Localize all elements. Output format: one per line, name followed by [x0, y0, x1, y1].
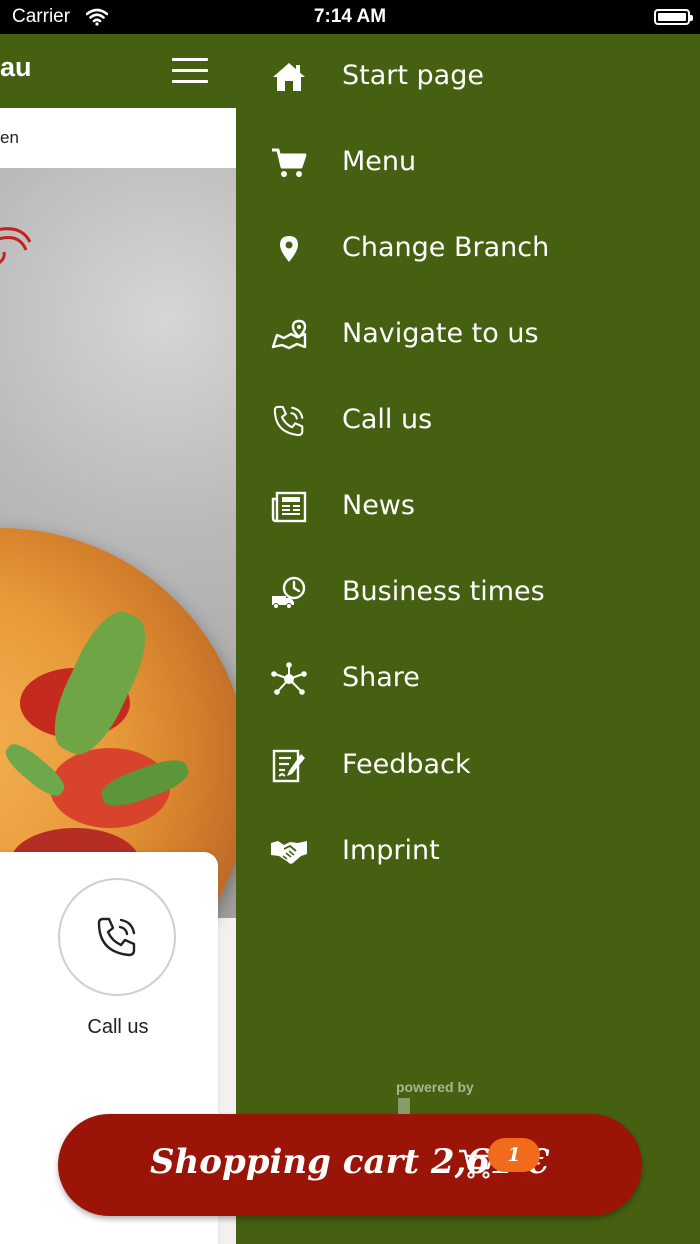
nav-item-start-page[interactable]: Start page [236, 42, 700, 112]
home-icon [270, 60, 308, 94]
newspaper-icon [270, 490, 308, 524]
delivery-clock-icon [270, 576, 308, 610]
hamburger-menu-button[interactable] [172, 58, 208, 84]
nav-label: News [342, 490, 415, 521]
info-bar: en [0, 108, 236, 168]
nav-label: Feedback [342, 749, 471, 780]
location-pin-icon [270, 232, 308, 266]
nav-item-imprint[interactable]: Imprint [236, 817, 700, 887]
map-icon [270, 318, 308, 352]
share-icon [270, 662, 308, 696]
hero-image [0, 168, 236, 1028]
nav-item-news[interactable]: News [236, 472, 700, 542]
battery-icon [654, 9, 693, 25]
cart-count-badge: 1 [488, 1138, 540, 1172]
cart-icon [270, 146, 308, 180]
nav-item-menu[interactable]: Menu [236, 128, 700, 198]
feedback-icon [270, 749, 308, 783]
nav-label: Business times [342, 576, 545, 607]
nav-item-business-times[interactable]: Business times [236, 558, 700, 628]
phone-icon [270, 404, 308, 438]
nav-label: Change Branch [342, 232, 550, 263]
nav-item-feedback[interactable]: Feedback [236, 731, 700, 801]
call-us-button[interactable] [58, 878, 176, 996]
nav-label: Call us [342, 404, 433, 435]
nav-label: Start page [342, 60, 484, 91]
page-title: au [0, 52, 32, 82]
nav-item-change-branch[interactable]: Change Branch [236, 214, 700, 284]
nav-item-share[interactable]: Share [236, 644, 700, 714]
call-us-label: Call us [87, 1016, 149, 1038]
clock: 7:14 AM [313, 6, 387, 27]
nav-item-call-us[interactable]: Call us [236, 386, 700, 456]
nav-label: Menu [342, 146, 417, 177]
nav-item-navigate-to-us[interactable]: Navigate to us [236, 300, 700, 370]
main-content: au en Call us [0, 34, 236, 1244]
info-text: en [0, 128, 19, 147]
status-bar: Carrier 7:14 AM [0, 0, 700, 34]
nav-label: Navigate to us [342, 318, 539, 349]
app-bar: au [0, 34, 236, 108]
shopping-cart-button[interactable]: Shopping cart 2,61 € 1 [58, 1114, 642, 1216]
nav-label: Share [342, 662, 420, 693]
powered-by-label: powered by [396, 1079, 474, 1095]
nav-label: Imprint [342, 835, 440, 866]
phone-icon [97, 917, 136, 957]
logo-swoosh-icon [0, 227, 32, 264]
handshake-icon [270, 835, 308, 869]
navigation-drawer: Start page Menu Change Branch Navigate t… [236, 34, 700, 1244]
